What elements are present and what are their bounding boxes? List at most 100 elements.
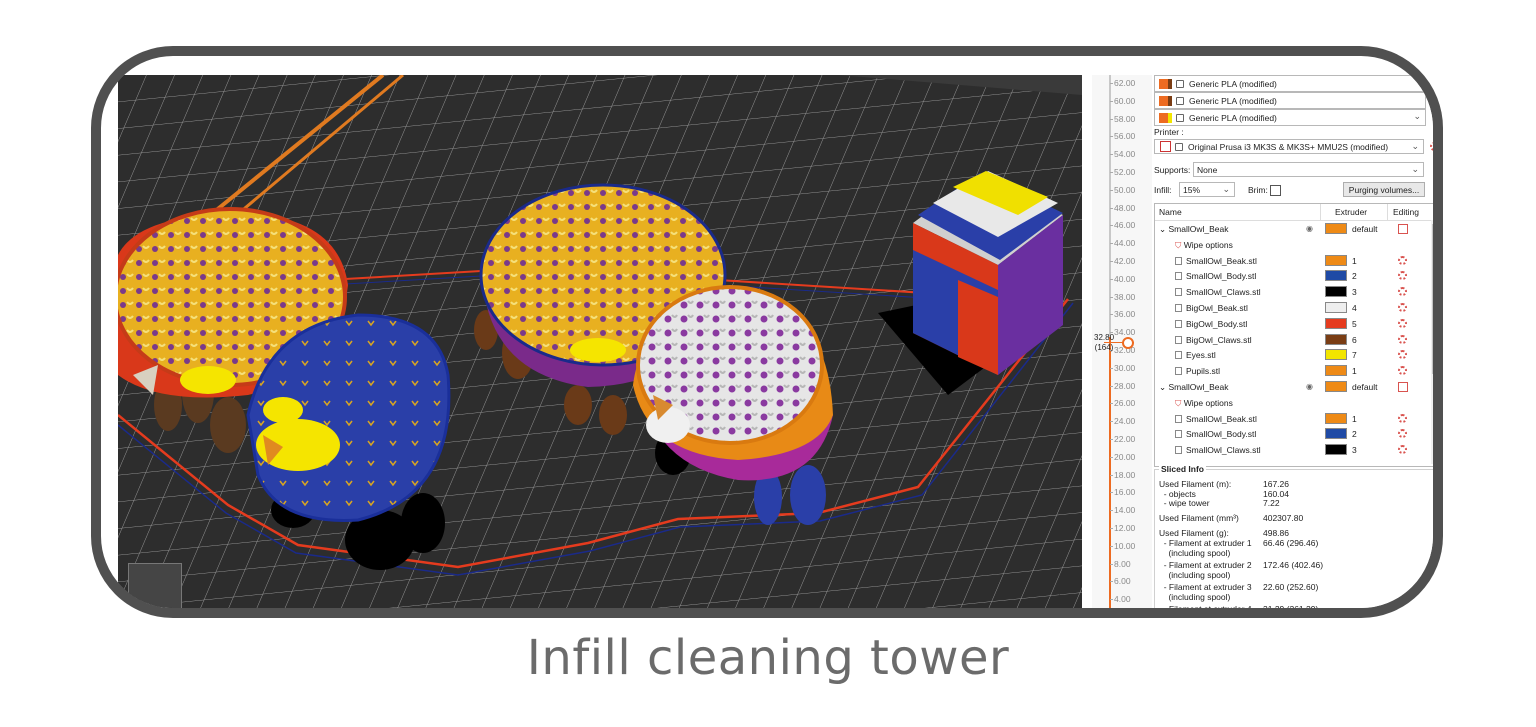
extruder-value[interactable]: 1 [1352, 414, 1357, 424]
part-settings-gear-icon[interactable] [1398, 255, 1407, 267]
extruder-color-swatch[interactable] [1325, 365, 1347, 377]
slider-tick-label: 4.00 [1110, 594, 1131, 605]
3d-viewport[interactable] [118, 75, 1082, 608]
purging-volumes-button[interactable]: Purging volumes... [1343, 182, 1425, 197]
row-label: BigOwl_Claws.stl [1186, 334, 1252, 345]
row-label: SmallOwl_Claws.stl [1186, 445, 1261, 456]
slider-tick-label: 30.00 [1109, 362, 1136, 373]
scrollbar-thumb[interactable] [1432, 224, 1433, 374]
settings-row[interactable]: ⛉ Wipe options [1155, 237, 1431, 253]
slider-tick-label: 10.00 [1109, 540, 1136, 551]
extruder-color-swatch[interactable] [1325, 270, 1347, 282]
object-row[interactable]: ⌄ SmallOwl_Beak ◉ default [1155, 221, 1431, 237]
part-settings-gear-icon[interactable] [1398, 366, 1407, 377]
row-name: BigOwl_Beak.stl [1175, 303, 1248, 313]
supports-combo[interactable]: None ⌄ [1193, 162, 1424, 177]
stl-part-icon [1175, 272, 1182, 281]
part-settings-gear-icon[interactable] [1398, 445, 1407, 456]
visibility-eye-icon[interactable]: ◉ [1306, 382, 1313, 391]
part-row[interactable]: SmallOwl_Body.stl 2 [1155, 268, 1431, 284]
extruder-value[interactable]: 4 [1352, 303, 1357, 313]
layer-slider[interactable]: 62.00 60.00 58.00 56.00 54.00 52.00 50.00 48.00… [1092, 75, 1152, 608]
part-settings-gear-icon[interactable] [1398, 318, 1407, 330]
settings-row[interactable]: ⛉ Wipe options [1155, 395, 1431, 411]
extruder-value[interactable]: 6 [1352, 335, 1357, 345]
slider-tick-label: 42.00 [1109, 256, 1136, 266]
object-list-header: Name Extruder Editing [1155, 204, 1433, 221]
part-row[interactable]: BigOwl_Beak.stl 4 [1155, 300, 1431, 316]
extruder-color-swatch[interactable] [1325, 317, 1347, 329]
material-combo-3[interactable]: Generic PLA (modified) ⌄ [1154, 109, 1426, 126]
slider-thumb[interactable] [1122, 337, 1134, 349]
object-list[interactable]: Name Extruder Editing ⌄ SmallOwl_Beak ◉ de… [1154, 203, 1433, 467]
slider-tick-label: 58.00 [1109, 113, 1136, 124]
row-label: SmallOwl_Body.stl [1186, 271, 1257, 282]
visibility-eye-icon[interactable]: ◉ [1306, 224, 1313, 233]
extruder-value[interactable]: 5 [1352, 319, 1357, 329]
slider-tick-label: 26.00 [1109, 398, 1136, 409]
part-row[interactable]: SmallOwl_Beak.stl 1 [1155, 253, 1431, 269]
extruder-color-swatch[interactable] [1325, 254, 1347, 266]
extruder-value[interactable]: 7 [1352, 350, 1357, 360]
part-row[interactable]: SmallOwl_Body.stl 2 [1155, 426, 1431, 442]
sliced-info-label: - Filament at extruder 3 [1159, 582, 1252, 592]
stl-part-icon [1175, 256, 1182, 265]
extruder-color-swatch[interactable] [1325, 223, 1347, 234]
chevron-down-icon[interactable]: ⌄ [1413, 111, 1421, 122]
sliced-info-label: - wipe tower [1159, 498, 1210, 508]
part-row[interactable]: SmallOwl_Claws.stl 3 [1155, 284, 1431, 300]
material-combo-1[interactable]: Generic PLA (modified) [1154, 75, 1426, 92]
extruder-color-swatch[interactable] [1325, 381, 1347, 392]
object-row[interactable]: ⌄ SmallOwl_Beak ◉ default [1155, 379, 1431, 395]
extruder-value[interactable]: 2 [1352, 429, 1357, 439]
extruder-value[interactable]: 1 [1352, 366, 1357, 376]
extruder-value[interactable]: 1 [1352, 256, 1357, 266]
part-row[interactable]: Eyes.stl 7 [1155, 347, 1431, 363]
extruder-value[interactable]: default [1352, 382, 1378, 392]
part-row[interactable]: SmallOwl_Beak.stl 1 [1155, 411, 1431, 427]
brim-checkbox[interactable] [1270, 185, 1281, 196]
part-settings-gear-icon[interactable] [1398, 271, 1407, 282]
part-row[interactable]: BigOwl_Claws.stl 6 [1155, 332, 1431, 348]
infill-combo[interactable]: 15% ⌄ [1179, 182, 1235, 197]
slider-tick-label: 6.00 [1110, 576, 1131, 587]
row-label: SmallOwl_Claws.stl [1186, 287, 1261, 298]
printer-combo[interactable]: Original Prusa i3 MK3S & MK3S+ MMU2S (mo… [1154, 139, 1424, 154]
part-settings-gear-icon[interactable] [1398, 413, 1407, 425]
printer-icon [1160, 141, 1171, 152]
chevron-down-icon[interactable]: ⌄ [1411, 164, 1419, 175]
row-label: Wipe options [1183, 397, 1233, 408]
part-settings-gear-icon[interactable] [1398, 350, 1407, 361]
part-settings-gear-icon[interactable] [1398, 303, 1407, 314]
slider-tick-label: 54.00 [1109, 149, 1136, 160]
extruder-color-swatch[interactable] [1325, 333, 1347, 345]
extruder-value[interactable]: 3 [1352, 445, 1357, 455]
extruder-color-swatch[interactable] [1325, 412, 1347, 424]
extruder-value[interactable]: 3 [1352, 287, 1357, 297]
printer-settings-gear-icon[interactable] [1430, 142, 1433, 151]
extruder-color-swatch[interactable] [1325, 302, 1347, 313]
edit-settings-icon[interactable] [1398, 382, 1408, 394]
part-settings-gear-icon[interactable] [1398, 334, 1407, 346]
column-header-editing: Editing [1393, 207, 1419, 217]
part-row[interactable]: Pupils.stl 1 [1155, 363, 1431, 379]
chevron-down-icon[interactable]: ⌄ [1222, 184, 1230, 195]
material-combo-2[interactable]: Generic PLA (modified) [1154, 92, 1426, 109]
chevron-down-icon[interactable]: ⌄ [1411, 141, 1419, 152]
extruder-value[interactable]: default [1352, 224, 1378, 234]
part-row[interactable]: SmallOwl_Claws.stl 3 [1155, 442, 1431, 458]
part-settings-gear-icon[interactable] [1398, 287, 1407, 298]
sliced-info-value: 172.46 (402.46) [1263, 560, 1324, 570]
extruder-color-swatch[interactable] [1325, 349, 1347, 361]
object-list-scrollbar[interactable] [1431, 220, 1433, 464]
edit-settings-icon[interactable] [1398, 224, 1408, 236]
extruder-color-swatch[interactable] [1325, 444, 1347, 456]
slider-tick-label: 46.00 [1109, 220, 1136, 231]
part-row[interactable]: BigOwl_Body.stl 5 [1155, 316, 1431, 332]
extruder-value[interactable]: 2 [1352, 271, 1357, 281]
layers-view-icon[interactable] [128, 563, 182, 608]
extruder-color-swatch[interactable] [1325, 286, 1347, 298]
part-settings-gear-icon[interactable] [1398, 429, 1407, 440]
extruder-color-swatch[interactable] [1325, 428, 1347, 440]
row-name: SmallOwl_Beak.stl [1175, 256, 1257, 266]
